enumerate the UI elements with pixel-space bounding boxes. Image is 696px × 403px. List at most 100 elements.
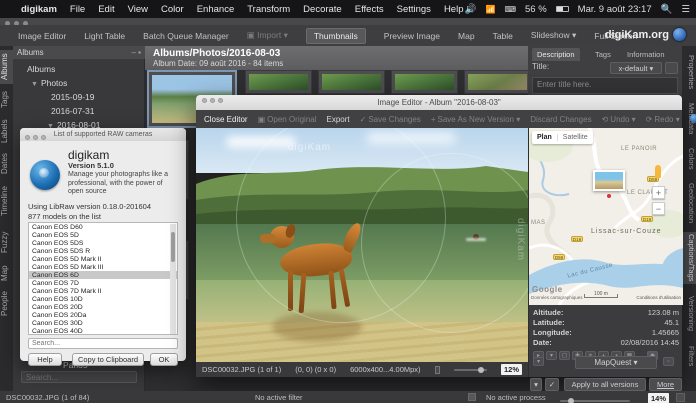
camera-list-scrollbar[interactable] [170, 224, 176, 335]
tab-tags[interactable]: Tags [590, 48, 616, 61]
menu-color[interactable]: Color [161, 4, 184, 15]
camera-list[interactable]: Canon EOS D60 Canon EOS 5D Canon EOS 5DS… [28, 222, 178, 335]
right-tab-properties[interactable]: Properties [682, 50, 696, 94]
help-button[interactable]: Help [28, 353, 62, 366]
map-zoom-out-button[interactable]: − [652, 202, 665, 215]
sidebar-tab-people[interactable]: People [0, 288, 13, 320]
sidebar-tab-albums[interactable]: Albums [0, 50, 13, 84]
sidebar-tab-tags[interactable]: Tags [0, 88, 13, 112]
close-editor-button[interactable]: Close Editor [204, 115, 248, 124]
undo-button[interactable]: ⟲Undo ▾ [602, 115, 636, 124]
chevron-down-icon[interactable]: ▾ [530, 378, 542, 391]
camera-row[interactable]: Canon EOS 30D [29, 319, 177, 327]
copy-to-clipboard-button[interactable]: Copy to Clipboard [72, 353, 144, 366]
thumbnails-button[interactable]: Thumbnails [306, 28, 366, 44]
zoom-in-button[interactable] [676, 393, 685, 402]
camera-row[interactable]: Canon EOS 5DS [29, 239, 177, 247]
title-input[interactable]: Enter title here. [532, 77, 678, 94]
sidebar-tab-dates[interactable]: Dates [0, 150, 13, 178]
minimize-icon[interactable] [33, 135, 38, 140]
thumbnail[interactable] [318, 70, 385, 94]
more-button[interactable]: More [649, 378, 682, 391]
camera-row[interactable]: Canon EOS D60 [29, 223, 177, 231]
right-tab-geolocation[interactable]: Geolocation [682, 178, 696, 228]
sidebar-tab-labels[interactable]: Labels [0, 116, 13, 146]
camera-row[interactable]: Canon EOS 7D [29, 279, 177, 287]
camera-row[interactable]: Canon EOS 20Da [29, 311, 177, 319]
light-table-button[interactable]: Light Table [84, 31, 125, 41]
tab-information[interactable]: Information [622, 48, 670, 61]
editor-zoom-slider[interactable] [454, 369, 487, 371]
right-tab-filters[interactable]: Filters [682, 340, 696, 372]
camera-row[interactable]: Canon EOS 20D [29, 303, 177, 311]
menu-effects[interactable]: Effects [355, 4, 384, 15]
thumbnail[interactable] [464, 70, 531, 94]
map-satellite-button[interactable]: Satellite [558, 134, 593, 141]
image-editor-button[interactable]: Image Editor [18, 31, 66, 41]
menu-enhance[interactable]: Enhance [197, 4, 235, 15]
photo-map-marker[interactable] [593, 170, 625, 191]
apply-icon-button[interactable]: ✓ [545, 378, 559, 391]
import-button[interactable]: ▣ Import ▾ [247, 30, 288, 41]
right-tab-versioning[interactable]: Versioning [682, 292, 696, 336]
close-icon[interactable] [25, 135, 30, 140]
map-zoom-in-button[interactable]: + [652, 186, 665, 199]
map-provider-select[interactable]: MapQuest ▾ [575, 356, 657, 369]
camera-row[interactable]: Canon EOS 40D [29, 327, 177, 335]
save-changes-button[interactable]: ✓Save Changes [360, 115, 421, 124]
sidebar-tab-fuzzy[interactable]: Fuzzy [0, 228, 13, 256]
spotlight-icon[interactable]: 🔍 [661, 4, 673, 15]
map-plan-button[interactable]: Plan [532, 134, 558, 141]
select-tool-button[interactable]: Select Tool ▾ [690, 114, 696, 124]
camera-row[interactable]: Canon EOS 5D Mark III [29, 263, 177, 271]
notification-center-icon[interactable]: ☰ [681, 4, 690, 15]
sidebar-tab-map[interactable]: Map [0, 262, 13, 284]
redo-button[interactable]: ⟳Redo ▾ [646, 115, 680, 124]
menu-help[interactable]: Help [444, 4, 464, 15]
camera-row[interactable]: Canon EOS 5D Mark II [29, 255, 177, 263]
discard-changes-button[interactable]: Discard Changes [530, 115, 591, 124]
expand-arrow-icon[interactable]: ▼ [31, 81, 38, 88]
tree-item-date1[interactable]: 2015-09-19 [51, 92, 94, 102]
camera-row[interactable]: Canon EOS 7D Mark II [29, 287, 177, 295]
right-tab-colors[interactable]: Colors [682, 144, 696, 174]
tree-item-albums[interactable]: Albums [27, 64, 55, 74]
editor-canvas[interactable]: digiKam digiKam [196, 128, 528, 362]
filter-icon[interactable] [468, 393, 476, 401]
thumbnail[interactable] [391, 70, 458, 94]
language-select[interactable]: x-default ▾ [610, 62, 662, 74]
chevron-down-icon[interactable]: ▾ [533, 357, 544, 366]
ok-button[interactable]: OK [150, 353, 178, 366]
menu-transform[interactable]: Transform [247, 4, 290, 15]
albums-panel-header[interactable]: Albums– ▪ [13, 46, 145, 59]
camera-search-input[interactable] [28, 338, 178, 349]
menubar-clock[interactable]: Mar. 9 août 23:17 [578, 4, 652, 15]
table-button[interactable]: Table [493, 31, 513, 41]
right-tab-captions-tags[interactable]: Captions/Tags [682, 232, 696, 284]
wifi-icon[interactable]: 📶 [486, 5, 496, 14]
apply-to-all-versions-button[interactable]: Apply to all versions [564, 378, 646, 391]
album-search-input[interactable] [21, 371, 137, 383]
menu-app[interactable]: digikam [21, 4, 57, 15]
export-button[interactable]: Export [327, 115, 350, 124]
language-extra-button[interactable] [665, 62, 678, 74]
menu-file[interactable]: File [70, 4, 85, 15]
main-window-titlebar[interactable] [0, 18, 696, 25]
batch-queue-manager-button[interactable]: Batch Queue Manager [143, 31, 229, 41]
tab-description[interactable]: Description [532, 48, 580, 61]
thumbnail[interactable] [245, 70, 312, 94]
camera-row-selected[interactable]: Canon EOS 6D [29, 271, 177, 279]
map-settings-button[interactable]: ▫ [663, 357, 674, 366]
tree-item-photos[interactable]: ▼Photos [31, 78, 67, 88]
menu-edit[interactable]: Edit [98, 4, 114, 15]
pegman-icon[interactable] [655, 165, 661, 178]
camera-row[interactable]: Canon EOS 5D [29, 231, 177, 239]
sidebar-tab-timeline[interactable]: Timeline [0, 182, 13, 220]
map-button[interactable]: Map [458, 31, 475, 41]
map-terms-link[interactable]: Conditions d'utilisation [636, 295, 681, 300]
zoom-icon[interactable] [41, 135, 46, 140]
collapse-icon[interactable]: – ▪ [131, 48, 141, 57]
editor-titlebar[interactable]: Image Editor - Album "2016-08-03" [196, 95, 682, 110]
camera-row[interactable]: Canon EOS 10D [29, 295, 177, 303]
menu-view[interactable]: View [128, 4, 148, 15]
